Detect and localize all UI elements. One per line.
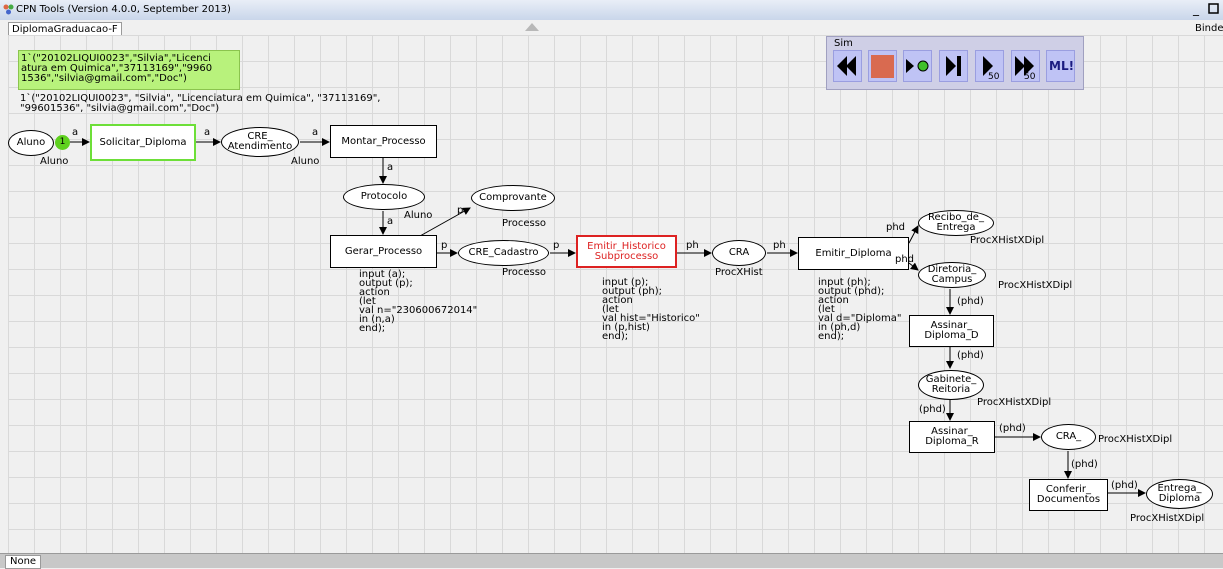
transition-montar-processo[interactable]: Montar_Processo [330,125,437,158]
play-single-button[interactable] [903,50,932,82]
arc-label-p: p [441,240,448,251]
stop-button[interactable] [868,50,897,82]
transition-emitir-diploma[interactable]: Emitir_Diploma [798,237,909,270]
place-cra[interactable]: CRA [712,240,766,266]
arc-label-phd: phd [895,254,915,265]
place-diretoria-campus[interactable]: Diretoria_ Campus [918,262,986,288]
place-cra2[interactable]: CRA_ [1041,424,1096,450]
place-comprovante-type: Processo [502,218,547,229]
arc-label-a: a [387,216,394,227]
code-emitir-diploma: input (ph); output (phd); action (let va… [818,277,902,342]
ml-icon: ML! [1049,59,1075,73]
place-cra-type: ProcXHist [715,267,763,278]
arc-label-p: p [457,205,464,216]
play-steps-count: 50 [988,72,1000,82]
transition-solicitar-diploma[interactable]: Solicitar_Diploma [90,124,196,161]
place-aluno-type: Aluno [40,156,69,167]
rewind-icon [837,56,856,76]
transition-conferir-documentos[interactable]: Conferir_ Documentos [1029,479,1108,511]
arc-label-phd-paren: (phd) [1111,480,1138,491]
arc-label-p: p [553,240,560,251]
arc-label-ph: ph [686,240,699,251]
arc-label-ph: ph [773,240,786,251]
place-recibo-de-entrega[interactable]: Recibo_de_ Entrega [918,210,994,236]
place-recibo-type: ProcXHistXDipl [970,235,1045,246]
place-protocolo[interactable]: Protocolo [343,184,425,210]
sim-palette-label: Sim [834,38,853,49]
place-aluno[interactable]: Aluno [8,130,54,156]
marking-text: 1`("20102LIQUI0023", "Silvia", "Licencia… [20,93,381,114]
rewind-button[interactable] [833,50,862,82]
token-count-badge[interactable]: 1 [55,135,70,150]
fast-forward-steps-count: 50 [1024,72,1036,82]
step-button[interactable] [939,50,968,82]
place-cre-cadastro[interactable]: CRE_Cadastro [458,240,549,266]
transition-emitir-historico[interactable]: Emitir_Historico Subprocesso [576,235,677,268]
arc-label-phd: phd [886,222,906,233]
place-cra2-type: ProcXHistXDipl [1098,434,1173,445]
arc-label-phd-paren: (phd) [957,296,984,307]
transition-assinar-diploma-r[interactable]: Assinar_ Diploma_R [909,421,995,453]
place-entrega-type: ProcXHistXDipl [1130,513,1205,524]
arc-label-phd-paren: (phd) [919,404,946,415]
arc-label-a: a [72,127,79,138]
arc-label-phd-paren: (phd) [999,423,1026,434]
place-protocolo-type: Aluno [404,210,433,221]
status-bar [0,553,1223,568]
arc-label-phd-paren: (phd) [1071,459,1098,470]
arc-label-a: a [312,127,319,138]
place-diretoria-type: ProcXHistXDipl [998,280,1073,291]
place-gabinete-reitoria[interactable]: Gabinete_ Reitoria [918,370,984,400]
code-emitir-historico: input (p); output (ph); action (let val … [602,277,700,342]
arc-label-phd-paren: (phd) [957,350,984,361]
ml-evaluate-button[interactable]: ML! [1046,50,1075,82]
arc-label-a: a [387,162,394,173]
marking-box[interactable]: 1`("20102LIQUI0023","Silvia","Licenci at… [18,50,240,90]
arc-label-a: a [204,127,211,138]
stop-icon [871,55,894,78]
place-cre-atendimento-type: Aluno [291,156,320,167]
place-entrega-diploma[interactable]: Entrega_ Diploma [1146,479,1213,509]
step-icon [946,56,961,76]
place-cre-cadastro-type: Processo [502,267,547,278]
place-cre-atendimento[interactable]: CRE_ Atendimento [221,127,299,157]
transition-assinar-diploma-d[interactable]: Assinar_ Diploma_D [909,315,994,347]
play-icon [906,59,929,73]
place-comprovante[interactable]: Comprovante [471,185,555,211]
arc-emitirdipl-recibo [908,225,919,244]
transition-gerar-processo[interactable]: Gerar_Processo [330,235,437,268]
place-gabinete-type: ProcXHistXDipl [977,397,1052,408]
code-gerar-processo: input (a); output (p); action (let val n… [359,269,478,334]
